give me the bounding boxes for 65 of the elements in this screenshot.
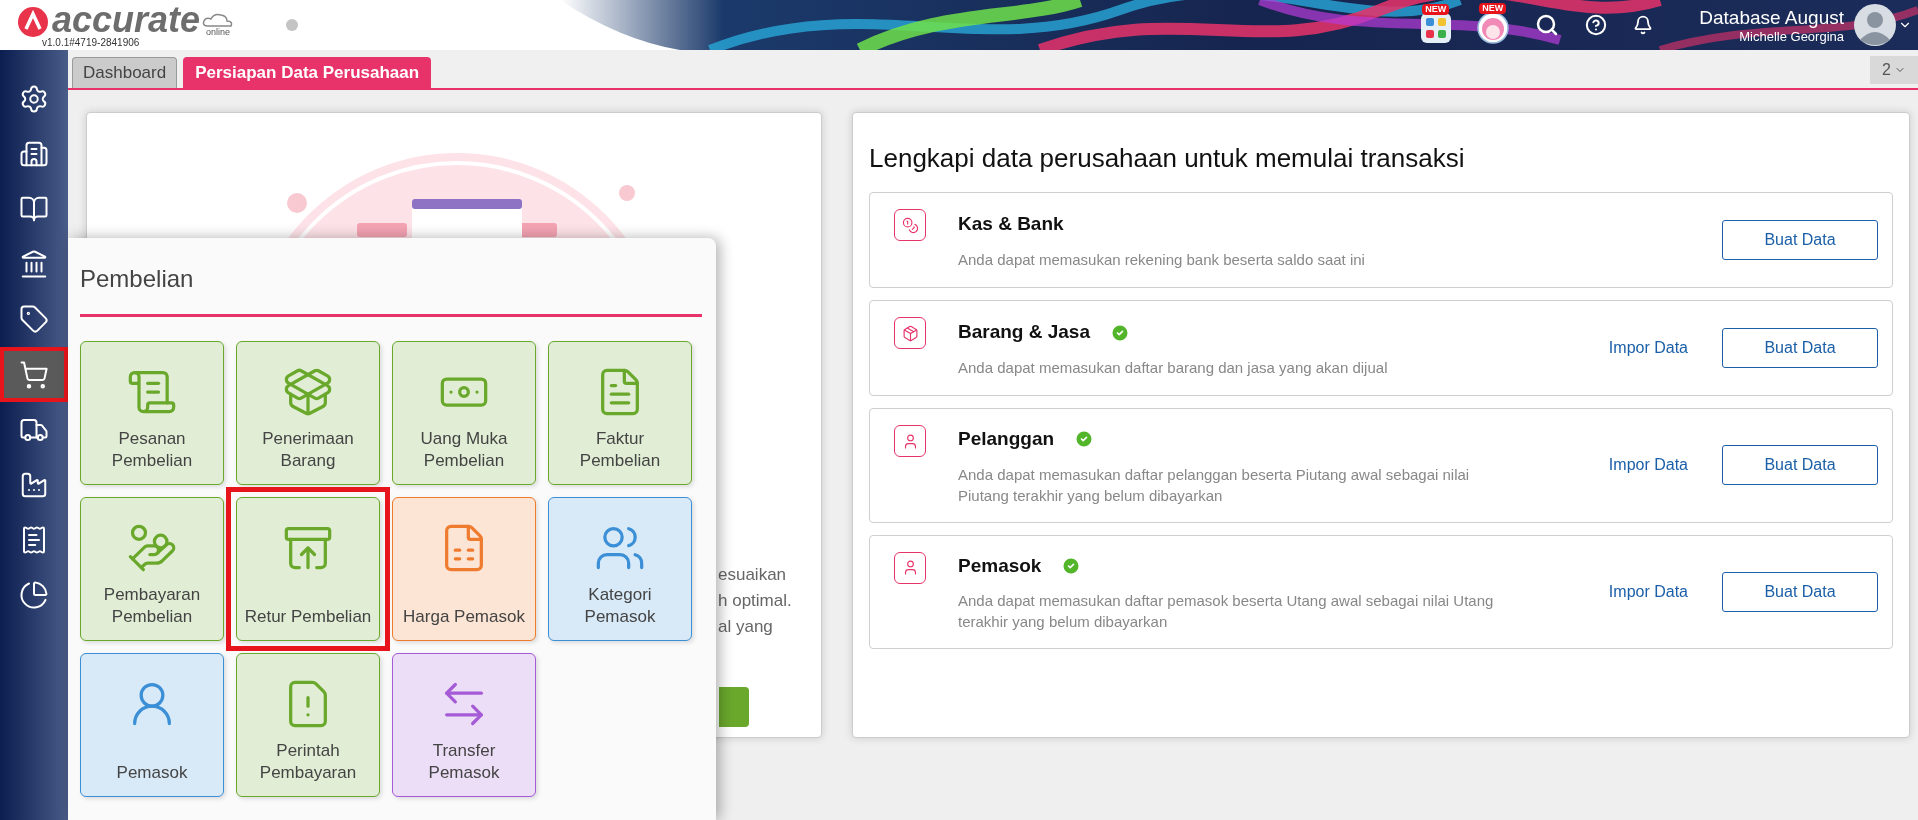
menu-tile[interactable]: Pesanan Pembelian (80, 341, 224, 485)
logo-text: accurate (52, 2, 201, 37)
menu-tile[interactable]: Faktur Pembelian (548, 341, 692, 485)
help-icon[interactable] (1585, 14, 1608, 36)
settings-icon (19, 84, 49, 114)
menu-tile[interactable]: Kategori Pemasok (548, 497, 692, 641)
item-description: Anda dapat memasukan daftar pemasok beserta Utang awal sebagai nilai Utang terakhir yang belum dibayarkan (958, 591, 1495, 632)
user-icon (894, 551, 926, 584)
create-data-button[interactable]: Buat Data (1722, 445, 1878, 486)
coins-hand-icon (126, 522, 178, 574)
package-icon (282, 366, 334, 418)
setup-title: Lengkapi data perusahaan untuk memulai transaksi (869, 142, 1466, 175)
item-title: Pelanggan (958, 427, 1055, 451)
import-link[interactable]: Impor Data (1608, 336, 1688, 360)
tab[interactable]: Persiapan Data Perusahaan (183, 57, 432, 88)
new-badge: NEW (1422, 4, 1450, 15)
pie-chart-icon (19, 580, 49, 610)
item-title: Kas & Bank (958, 212, 1064, 237)
create-data-button[interactable]: Buat Data (1722, 571, 1878, 612)
create-data-button[interactable]: Buat Data (1722, 220, 1878, 260)
database-name: Database August (1699, 6, 1844, 29)
avatar-icon[interactable] (1854, 4, 1896, 46)
intro-text-line: h optimal. (718, 590, 793, 612)
menu-tile[interactable]: Penerimaan Barang (236, 341, 380, 485)
tab[interactable]: Dashboard (72, 57, 178, 88)
menu-tile[interactable]: Transfer Pemasok (392, 653, 536, 797)
cloud-icon (202, 12, 235, 27)
new-badge: NEW (1479, 3, 1507, 14)
search-icon[interactable] (1535, 13, 1560, 37)
item-description: Anda dapat memasukan rekening bank beserta saldo saat ini (958, 249, 1366, 270)
item-title: Pemasok (958, 553, 1042, 578)
tab-count-dropdown[interactable]: 2 (1870, 56, 1918, 84)
menu-tile[interactable]: Uang Muka Pembelian (392, 341, 536, 485)
menu-tile[interactable]: Perintah Pembayaran (236, 653, 380, 797)
item-description: Anda dapat memasukan daftar barang dan jasa yang akan dijual (958, 357, 1389, 378)
user-icon (894, 425, 926, 457)
cart-icon (19, 359, 49, 390)
import-link[interactable]: Impor Data (1608, 579, 1688, 604)
menu-tile[interactable]: Pemasok (80, 653, 224, 797)
intro-text-line: al yang (718, 616, 774, 638)
menu-tile[interactable]: Pembayaran Pembelian (80, 497, 224, 641)
factory-icon (19, 470, 49, 500)
version-text: v1.0.1#4719-2841906 (42, 36, 141, 48)
bell-icon[interactable] (1633, 15, 1654, 35)
book-icon (19, 194, 49, 224)
mascot-icon[interactable] (1477, 12, 1510, 44)
menu-title: Pembelian (80, 264, 195, 294)
menu-tile[interactable]: Retur Pembelian (236, 497, 380, 641)
bank-icon (19, 249, 49, 279)
user-name: Michelle Georgina (1739, 28, 1844, 44)
logo-subtitle: online (206, 26, 231, 37)
create-data-button[interactable]: Buat Data (1722, 328, 1878, 368)
app-grid-icon[interactable] (1421, 13, 1452, 43)
price-tag-icon (19, 304, 49, 334)
intro-text-line: esuaikan (718, 564, 788, 586)
item-description: Anda dapat memasukan daftar pelanggan beserta Piutang awal sebagai nilai Piutang terakhir yang belum dibayarkan (958, 464, 1471, 506)
coins-icon (894, 209, 926, 241)
menu-tile[interactable]: Harga Pemasok (392, 497, 536, 641)
sidebar-item[interactable] (0, 347, 68, 402)
package-icon (894, 317, 926, 349)
building-icon (19, 139, 49, 169)
logo-icon (18, 6, 48, 37)
start-button[interactable] (719, 687, 749, 727)
item-title: Barang & Jasa (958, 320, 1090, 345)
import-link[interactable]: Impor Data (1608, 453, 1688, 478)
